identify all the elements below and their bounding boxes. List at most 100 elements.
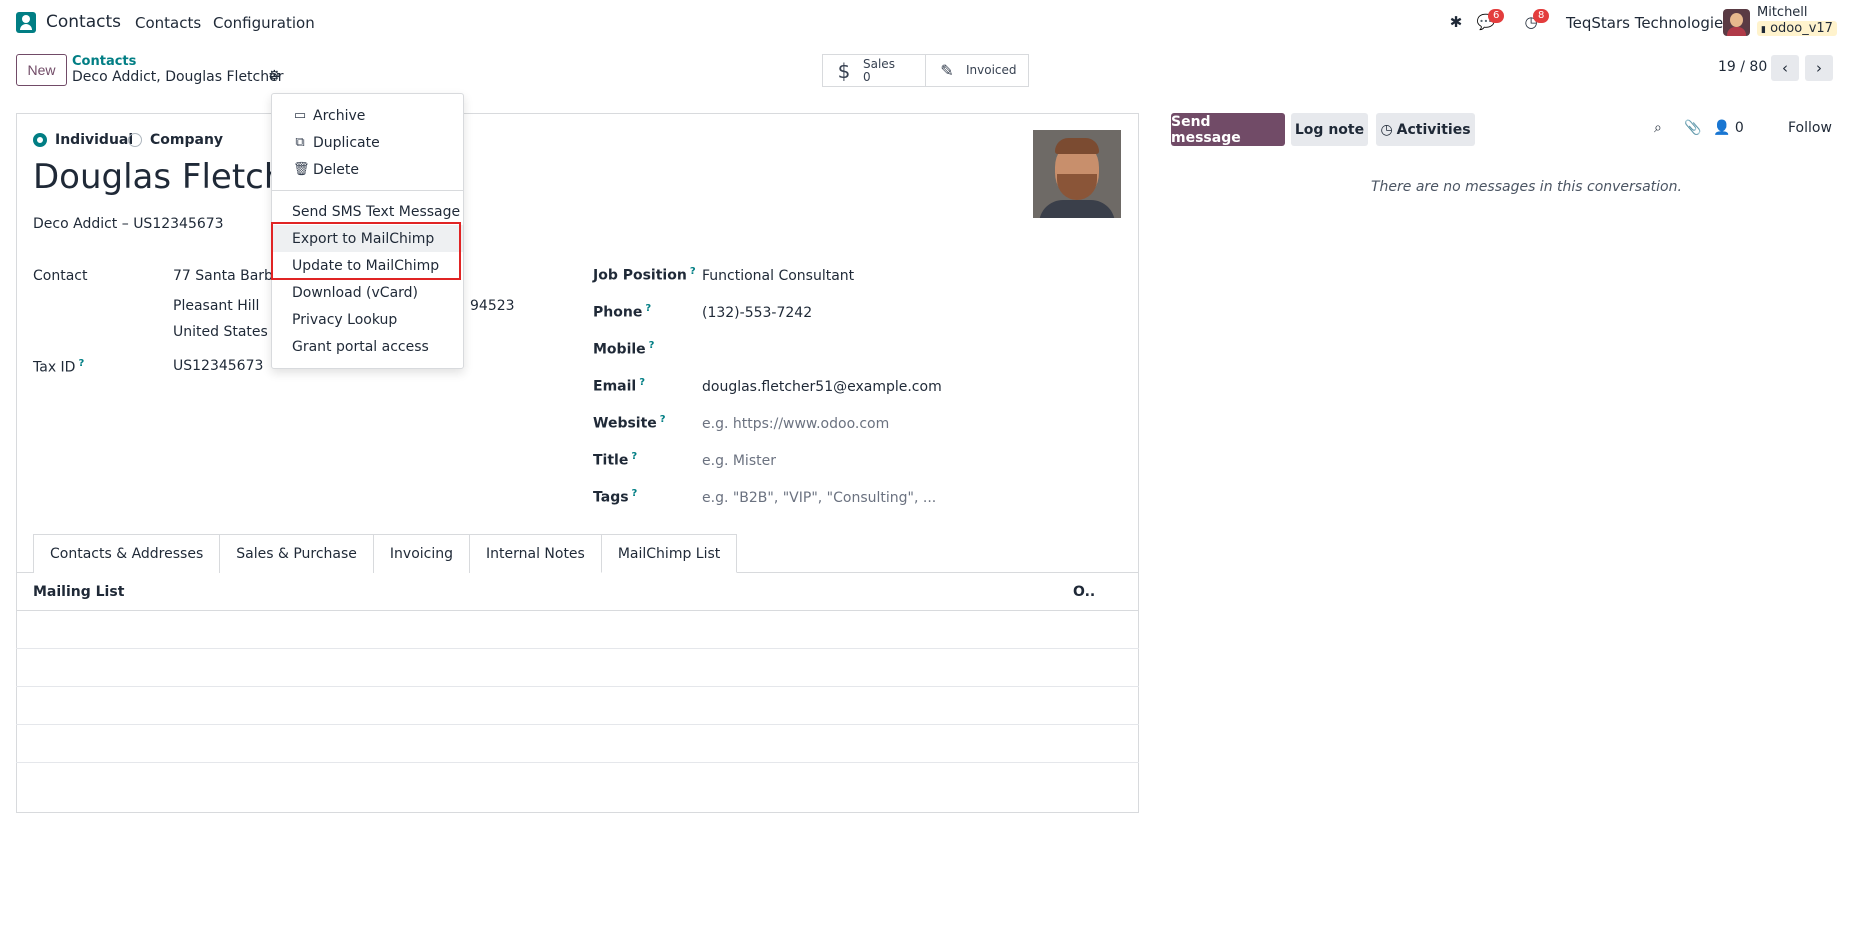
database-icon: ▮ [1761,25,1766,35]
user-avatar[interactable] [1723,9,1750,36]
phone-label-text: Phone [593,304,643,321]
radio-unchecked-icon [128,133,142,147]
menu-contacts[interactable]: Contacts [135,14,201,32]
notebook-tabs: Contacts & Addresses Sales & Purchase In… [33,534,738,573]
menu-item-send-sms-label: Send SMS Text Message [292,203,461,220]
tab-internal-notes[interactable]: Internal Notes [469,534,602,573]
website-field[interactable]: e.g. https://www.odoo.com [702,416,889,432]
send-message-button[interactable]: Send message [1171,113,1285,146]
app-name[interactable]: Contacts [46,12,121,32]
activities-badge: 8 [1533,9,1550,23]
tags-field[interactable]: e.g. "B2B", "VIP", "Consulting", ... [702,490,936,506]
country-field[interactable]: United States [173,324,268,340]
menu-item-update-mailchimp-label: Update to MailChimp [292,257,440,274]
contacts-app-icon[interactable] [16,12,36,33]
copy-icon: ⧉ [295,135,305,150]
title-label: Title? [593,451,637,469]
trash-icon: 🗑 [293,162,310,177]
sales-smart-text: Sales 0 [863,57,895,84]
title-label-text: Title [593,452,629,469]
email-label-text: Email [593,378,637,395]
log-note-button[interactable]: Log note [1291,113,1368,146]
contact-photo[interactable] [1033,130,1121,218]
company-switcher[interactable]: TeqStars Technologies [1566,14,1731,32]
tax-id-field[interactable]: US12345673 [173,358,263,374]
menu-item-archive[interactable]: ▭ Archive [272,102,463,129]
top-navbar: Contacts Contacts Configuration ✱ 💬 6 ◷ … [0,0,1850,46]
tax-id-label: Tax ID? [33,358,84,376]
website-help[interactable]: ? [660,414,666,425]
column-mailing-list[interactable]: Mailing List [33,584,124,600]
tab-mailchimp-list[interactable]: MailChimp List [600,534,738,573]
radio-company[interactable]: Company [128,132,223,148]
column-opt-out[interactable]: O.. [1073,584,1095,600]
tab-sales-purchase[interactable]: Sales & Purchase [219,534,374,573]
sales-smart-value: 0 [863,69,871,84]
mobile-label-text: Mobile [593,341,646,358]
tags-help[interactable]: ? [632,488,638,499]
gear-icon[interactable]: ⚙ [268,68,284,84]
menu-divider [272,190,463,191]
menu-item-archive-label: Archive [313,107,366,124]
menu-item-send-sms[interactable]: Send SMS Text Message [272,198,463,225]
radio-individual[interactable]: Individual [33,132,133,148]
attachment-paperclip-icon[interactable]: 📎 [1684,120,1701,136]
mobile-field[interactable] [702,340,1002,360]
phone-field[interactable]: (132)-553-7242 [702,305,812,321]
followers-button[interactable]: 👤 0 [1713,120,1744,136]
follow-button[interactable]: Follow [1788,120,1832,136]
archive-icon: ▭ [293,108,307,123]
menu-item-privacy-lookup-label: Privacy Lookup [292,311,398,328]
menu-item-download-vcard[interactable]: Download (vCard) [272,279,463,306]
tags-label: Tags? [593,488,637,506]
radio-company-label: Company [150,132,224,148]
pager-next-button[interactable]: › [1805,55,1833,81]
job-position-label: Job Position? [593,266,696,284]
table-row[interactable] [16,611,1139,649]
title-help[interactable]: ? [631,451,637,462]
database-label: odoo_v17 [1770,21,1833,36]
debug-bug-icon[interactable]: ✱ [1446,13,1466,33]
menu-item-delete[interactable]: 🗑 Delete [272,156,463,183]
mobile-help[interactable]: ? [649,340,655,351]
zip-field[interactable]: 94523 [470,298,515,314]
job-position-label-text: Job Position [593,267,687,284]
table-row[interactable] [16,687,1139,725]
tax-id-help[interactable]: ? [78,358,84,369]
user-name[interactable]: Mitchell [1757,5,1808,20]
action-menu-dropdown: ▭ Archive ⧉ Duplicate 🗑 Delete Send SMS … [271,93,464,369]
city-field[interactable]: Pleasant Hill [173,298,259,314]
pager-previous-button[interactable]: ‹ [1771,55,1799,81]
email-help[interactable]: ? [639,377,645,388]
followers-count: 0 [1734,120,1744,136]
sales-smart-button[interactable]: $ Sales 0 [822,54,926,87]
menu-item-update-mailchimp[interactable]: Update to MailChimp [272,252,463,279]
job-position-help[interactable]: ? [690,266,696,277]
tax-id-label-text: Tax ID [33,359,76,376]
phone-help[interactable]: ? [645,303,651,314]
edit-invoice-icon: ✎ [940,61,954,80]
table-row[interactable] [16,725,1139,763]
activities-button[interactable]: ◷ Activities [1376,113,1475,146]
clock-icon: ◷ [1380,121,1393,138]
title-field[interactable]: e.g. Mister [702,453,776,469]
search-icon[interactable]: ⌕ [1654,120,1662,136]
tab-contacts-addresses[interactable]: Contacts & Addresses [33,534,221,573]
messages-icon[interactable]: 💬 6 [1476,9,1505,33]
job-position-field[interactable]: Functional Consultant [702,268,854,284]
email-field[interactable]: douglas.fletcher51@example.com [702,379,942,395]
tab-invoicing[interactable]: Invoicing [372,534,470,573]
new-button[interactable]: New [16,54,67,86]
menu-item-grant-portal[interactable]: Grant portal access [272,333,463,360]
empty-conversation-text: There are no messages in this conversati… [1371,179,1682,195]
menu-configuration[interactable]: Configuration [213,14,315,32]
invoiced-smart-button[interactable]: ✎ Invoiced [925,54,1029,87]
table-row[interactable] [16,649,1139,687]
contact-address-label: Contact [33,268,88,284]
activities-clock-icon[interactable]: ◷ 8 [1521,9,1550,33]
menu-item-duplicate[interactable]: ⧉ Duplicate [272,129,463,156]
breadcrumb-contacts[interactable]: Contacts [72,54,136,69]
pager-value[interactable]: 19 / 80 [1718,59,1767,75]
menu-item-privacy-lookup[interactable]: Privacy Lookup [272,306,463,333]
menu-item-export-mailchimp[interactable]: Export to MailChimp [272,225,463,252]
